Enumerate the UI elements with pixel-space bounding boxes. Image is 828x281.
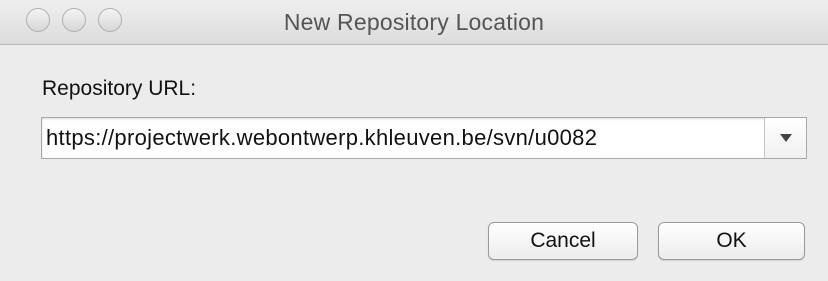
ok-button[interactable]: OK [658,222,805,260]
chevron-down-icon [779,134,792,142]
dropdown-button[interactable] [764,118,806,158]
repository-url-input[interactable] [42,118,764,158]
new-repository-location-dialog: New Repository Location Repository URL: … [0,0,828,281]
cancel-button[interactable]: Cancel [488,222,638,260]
repository-url-combobox[interactable] [41,117,807,159]
window-title: New Repository Location [283,9,545,35]
title-bar[interactable]: New Repository Location [0,0,828,45]
repository-url-label: Repository URL: [42,77,197,100]
